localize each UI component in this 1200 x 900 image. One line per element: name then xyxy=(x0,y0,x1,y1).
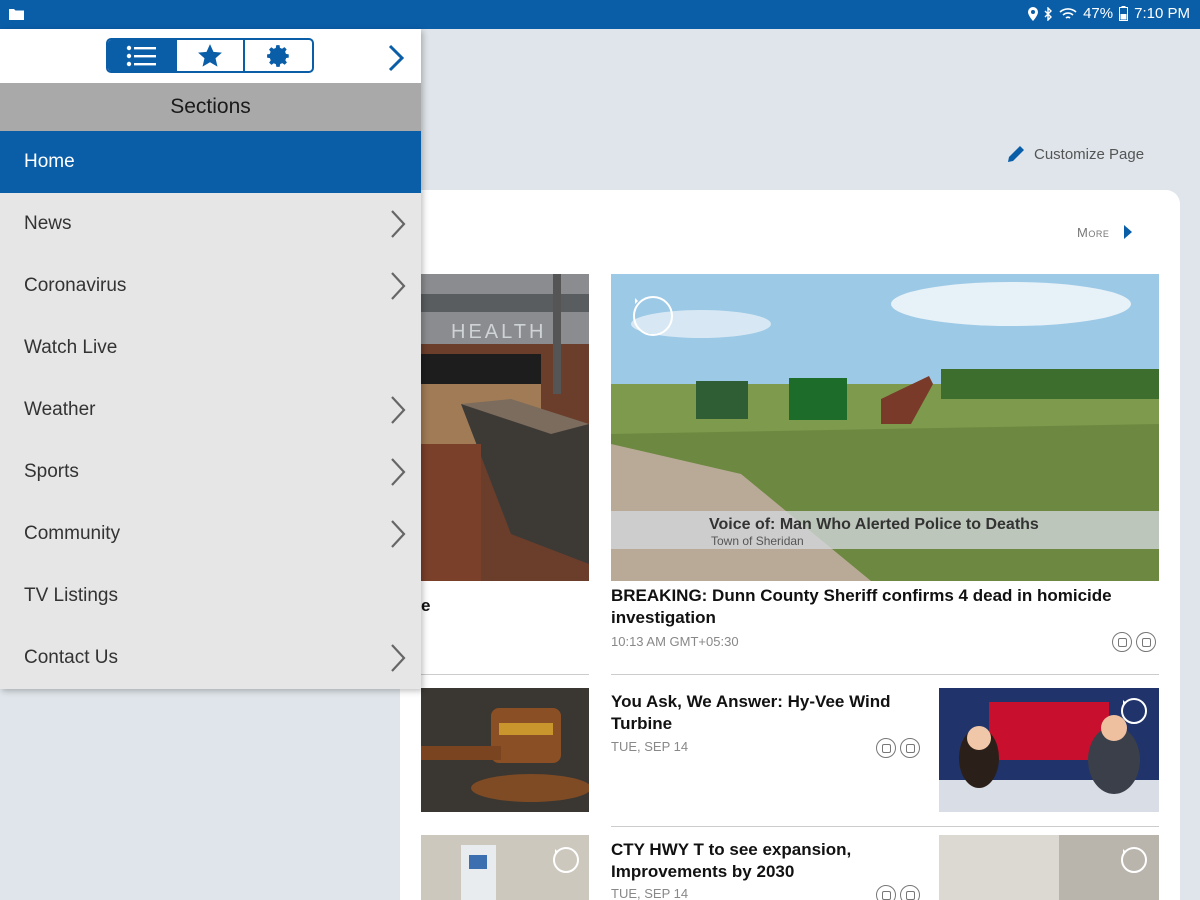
chevron-right-icon xyxy=(391,396,406,424)
caret-right-icon xyxy=(1124,225,1133,239)
divider xyxy=(611,674,1159,675)
status-bar: 47% 7:10 PM xyxy=(0,0,1200,29)
folder-icon xyxy=(9,9,24,20)
story3-date: TUE, SEP 14 xyxy=(611,886,689,900)
nav-item-label: Community xyxy=(24,523,121,544)
customize-label: Customize Page xyxy=(1034,145,1145,163)
nav-item-weather[interactable]: Weather xyxy=(0,379,421,441)
story2-action-icons xyxy=(876,738,920,758)
battery-percent: 47% xyxy=(1083,5,1114,22)
gear-icon xyxy=(266,44,289,67)
nav-item-label: Coronavirus xyxy=(24,275,127,296)
featured-action-icons xyxy=(1112,632,1156,652)
nav-item-sports[interactable]: Sports xyxy=(0,441,421,503)
nav-item-label: Watch Live xyxy=(24,337,118,358)
chevron-right-icon xyxy=(391,210,406,238)
customize-page-button[interactable]: Customize Page xyxy=(1006,144,1144,164)
nav-item-tv-listings[interactable]: TV Listings xyxy=(0,565,421,627)
story3-action-icons xyxy=(876,885,920,900)
featured-timestamp: 10:13 AM GMT+05:30 xyxy=(611,634,739,649)
story3-thumbnail[interactable] xyxy=(939,835,1159,900)
share-icon[interactable] xyxy=(876,885,896,900)
share-icon[interactable] xyxy=(1112,632,1132,652)
story2-headline[interactable]: You Ask, We Answer: Hy-Vee Wind Turbine xyxy=(611,691,921,735)
chevron-right-icon xyxy=(391,458,406,486)
location-icon xyxy=(1028,6,1039,21)
wifi-icon xyxy=(1059,7,1077,19)
list-icon xyxy=(127,45,157,66)
nav-item-home[interactable]: Home xyxy=(0,131,421,193)
video-subcaption: Town of Sheridan xyxy=(711,534,804,548)
more-label: More xyxy=(1077,224,1110,240)
divider xyxy=(611,826,1159,827)
play-icon[interactable] xyxy=(1121,698,1147,724)
story-image-store[interactable]: HEALTH xyxy=(421,274,589,581)
featured-video-thumbnail[interactable]: Voice of: Man Who Alerted Police to Deat… xyxy=(611,274,1159,581)
left-headline-fragment[interactable]: e xyxy=(421,595,430,617)
nav-item-label: Home xyxy=(24,151,75,172)
story3-headline[interactable]: CTY HWY T to see expansion, Improvements… xyxy=(611,839,921,883)
play-icon[interactable] xyxy=(633,296,673,336)
nav-item-label: TV Listings xyxy=(24,585,118,606)
sections-header: Sections xyxy=(0,83,421,131)
story2-thumbnail[interactable] xyxy=(939,688,1159,812)
story2-date: TUE, SEP 14 xyxy=(611,739,689,754)
nav-item-label: Contact Us xyxy=(24,647,118,668)
nav-item-news[interactable]: News xyxy=(0,193,421,255)
chevron-right-icon xyxy=(391,272,406,300)
nav-item-contact-us[interactable]: Contact Us xyxy=(0,627,421,689)
drawer-mode-switch xyxy=(106,38,314,73)
more-link[interactable]: More xyxy=(1077,224,1133,240)
nav-item-label: News xyxy=(24,213,72,234)
nav-item-label: Sports xyxy=(24,461,79,482)
store-sign: HEALTH xyxy=(451,321,546,343)
divider xyxy=(421,674,589,675)
video-caption: Voice of: Man Who Alerted Police to Deat… xyxy=(709,516,1039,533)
chevron-right-icon[interactable] xyxy=(384,43,408,73)
bookmark-icon[interactable] xyxy=(1136,632,1156,652)
bookmark-icon[interactable] xyxy=(900,738,920,758)
battery-icon xyxy=(1119,6,1129,21)
chevron-right-icon xyxy=(391,644,406,672)
play-icon[interactable] xyxy=(1121,847,1147,873)
pencil-icon xyxy=(1008,146,1024,162)
nav-item-watch-live[interactable]: Watch Live xyxy=(0,317,421,379)
nav-item-coronavirus[interactable]: Coronavirus xyxy=(0,255,421,317)
drawer-toolbar xyxy=(0,29,421,83)
bookmark-icon[interactable] xyxy=(900,885,920,900)
story-image-gavel[interactable] xyxy=(421,688,589,812)
play-icon[interactable] xyxy=(553,847,579,873)
nav-item-community[interactable]: Community xyxy=(0,503,421,565)
nav-item-label: Weather xyxy=(24,399,96,420)
share-icon[interactable] xyxy=(876,738,896,758)
chevron-right-icon xyxy=(391,520,406,548)
clock: 7:10 PM xyxy=(1134,5,1190,22)
story-image-medical[interactable] xyxy=(421,835,589,900)
navigation-drawer: Sections Home News Coronavirus Watch Liv… xyxy=(0,29,421,689)
favorites-tab[interactable] xyxy=(177,40,246,71)
settings-tab[interactable] xyxy=(245,40,312,71)
featured-headline[interactable]: BREAKING: Dunn County Sheriff confirms 4… xyxy=(611,585,1131,629)
sections-tab[interactable] xyxy=(108,40,177,71)
star-icon xyxy=(198,43,222,67)
bluetooth-icon xyxy=(1044,6,1053,21)
